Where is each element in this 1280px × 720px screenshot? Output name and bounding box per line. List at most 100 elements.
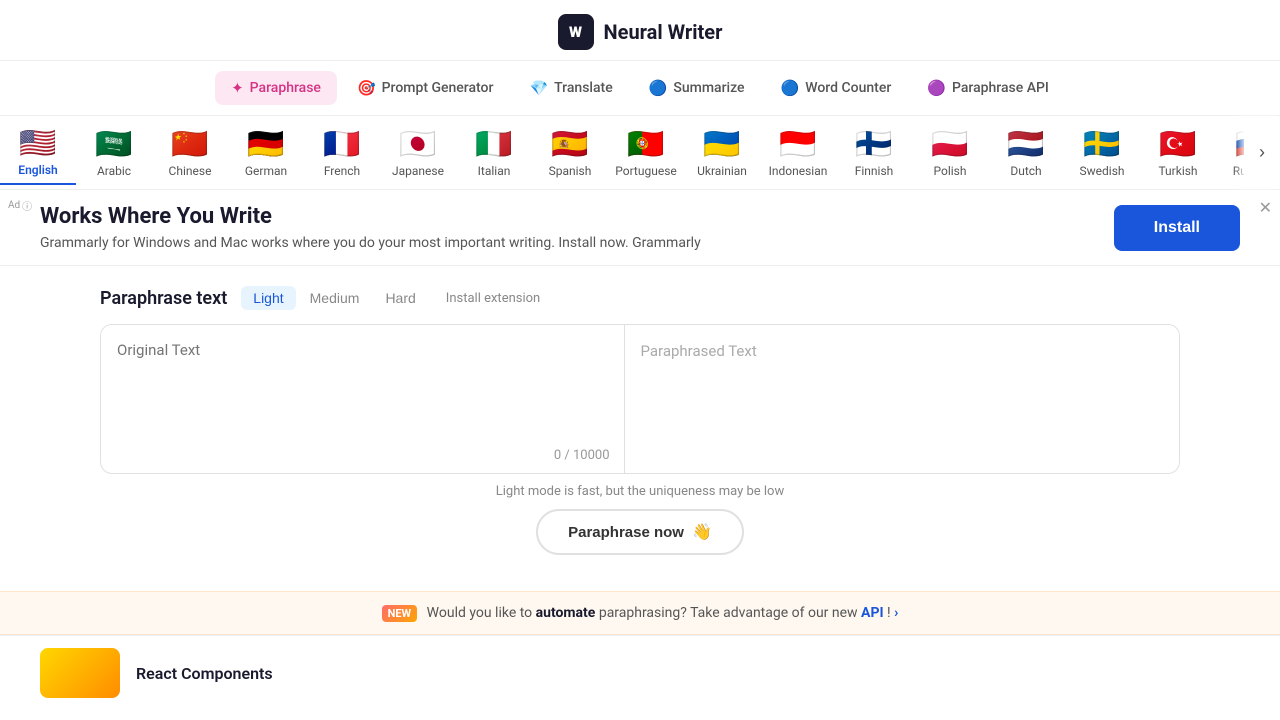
- arabic-label: Arabic: [97, 164, 131, 178]
- chinese-flag: 🇨🇳: [171, 127, 208, 162]
- japanese-flag: 🇯🇵: [399, 127, 436, 162]
- paraphrase-nav-icon: ✦: [231, 79, 244, 97]
- dutch-flag: 🇳🇱: [1007, 127, 1044, 162]
- bottom-ad-image: [40, 648, 120, 698]
- bottom-ad-text: React Components: [136, 664, 273, 683]
- summarize-nav-icon: 🔵: [649, 79, 668, 97]
- word-counter-nav-icon: 🔵: [781, 79, 800, 97]
- scroll-right-icon: ›: [1259, 142, 1265, 163]
- char-counter: 0 / 10000: [554, 448, 610, 463]
- lang-item-italian[interactable]: 🇮🇹 Italian: [456, 121, 532, 184]
- nav-item-word-counter[interactable]: 🔵 Word Counter: [765, 71, 908, 105]
- lang-item-russian[interactable]: 🇷🇺 Russian: [1216, 121, 1244, 184]
- indonesian-flag: 🇮🇩: [779, 127, 816, 162]
- portuguese-flag: 🇵🇹: [627, 127, 664, 162]
- text-output-area: Paraphrased Text: [625, 325, 1180, 473]
- japanese-label: Japanese: [392, 164, 444, 178]
- language-scroll-right-button[interactable]: ›: [1244, 116, 1280, 189]
- lang-item-swedish[interactable]: 🇸🇪 Swedish: [1064, 121, 1140, 184]
- ad-label: Ad ⓘ: [8, 198, 32, 213]
- logo-text: Neural Writer: [604, 20, 723, 44]
- api-promo-api-link[interactable]: API: [861, 605, 884, 621]
- mode-tab-hard[interactable]: Hard: [373, 286, 427, 310]
- lang-item-chinese[interactable]: 🇨🇳 Chinese: [152, 121, 228, 184]
- nav-item-prompt-generator[interactable]: 🎯 Prompt Generator: [341, 71, 510, 105]
- german-flag: 🇩🇪: [247, 127, 284, 162]
- language-bar: 🇺🇸 English 🇸🇦 Arabic 🇨🇳 Chinese 🇩🇪 Germa…: [0, 116, 1244, 189]
- ad-install-button[interactable]: Install: [1114, 205, 1240, 251]
- paraphrase-header: Paraphrase text Light Medium Hard Instal…: [100, 286, 1180, 310]
- main-content: Paraphrase text Light Medium Hard Instal…: [0, 266, 1280, 591]
- english-flag: 🇺🇸: [19, 126, 56, 161]
- main-nav: ✦ Paraphrase 🎯 Prompt Generator 💎 Transl…: [0, 61, 1280, 116]
- lang-item-turkish[interactable]: 🇹🇷 Turkish: [1140, 121, 1216, 184]
- italian-flag: 🇮🇹: [475, 127, 512, 162]
- paraphrase-button-wrapper: Paraphrase now 👋: [100, 509, 1180, 555]
- paraphrase-api-nav-icon: 🟣: [927, 79, 946, 97]
- italian-label: Italian: [478, 164, 511, 178]
- prompt-nav-icon: 🎯: [357, 79, 376, 97]
- indonesian-label: Indonesian: [769, 164, 828, 178]
- text-areas-container: 0 / 10000 Paraphrased Text: [100, 324, 1180, 474]
- api-promo-automate-word: automate: [536, 605, 596, 621]
- spanish-label: Spanish: [549, 164, 592, 178]
- lang-item-finnish[interactable]: 🇫🇮 Finnish: [836, 121, 912, 184]
- lang-item-portuguese[interactable]: 🇵🇹 Portuguese: [608, 121, 684, 184]
- russian-label: Russian: [1233, 164, 1244, 178]
- paraphrase-now-button[interactable]: Paraphrase now 👋: [536, 509, 744, 555]
- spanish-flag: 🇪🇸: [551, 127, 588, 162]
- lang-item-indonesian[interactable]: 🇮🇩 Indonesian: [760, 121, 836, 184]
- install-extension-link[interactable]: Install extension: [446, 291, 540, 306]
- paraphrase-nav-label: Paraphrase: [250, 80, 321, 96]
- polish-label: Polish: [934, 164, 967, 178]
- mode-tab-medium[interactable]: Medium: [298, 286, 372, 310]
- ad-close-button[interactable]: ✕: [1259, 198, 1272, 218]
- mode-tabs: Light Medium Hard: [241, 286, 428, 310]
- dutch-label: Dutch: [1010, 164, 1041, 178]
- api-promo-text-after: !: [887, 605, 891, 621]
- paraphrase-section-title: Paraphrase text: [100, 288, 227, 309]
- nav-item-paraphrase-api[interactable]: 🟣 Paraphrase API: [911, 71, 1065, 105]
- output-placeholder-text: Paraphrased Text: [641, 342, 757, 360]
- api-promo-arrow-icon: ›: [894, 605, 898, 621]
- mode-tab-light[interactable]: Light: [241, 286, 295, 310]
- lang-item-french[interactable]: 🇫🇷 French: [304, 121, 380, 184]
- text-input-area: 0 / 10000: [101, 325, 625, 473]
- lang-item-german[interactable]: 🇩🇪 German: [228, 121, 304, 184]
- ad-banner: Ad ⓘ Works Where You Write Grammarly for…: [0, 190, 1280, 266]
- language-bar-wrapper: 🇺🇸 English 🇸🇦 Arabic 🇨🇳 Chinese 🇩🇪 Germa…: [0, 116, 1280, 190]
- hint-text: Light mode is fast, but the uniqueness m…: [100, 484, 1180, 499]
- header: W Neural Writer: [0, 0, 1280, 61]
- lang-item-english[interactable]: 🇺🇸 English: [0, 120, 76, 185]
- english-label: English: [18, 163, 57, 177]
- prompt-nav-label: Prompt Generator: [382, 80, 494, 96]
- chinese-label: Chinese: [169, 164, 212, 178]
- portuguese-label: Portuguese: [615, 164, 677, 178]
- lang-item-ukrainian[interactable]: 🇺🇦 Ukrainian: [684, 121, 760, 184]
- bottom-ad: React Components: [0, 635, 1280, 710]
- lang-item-japanese[interactable]: 🇯🇵 Japanese: [380, 121, 456, 184]
- turkish-flag: 🇹🇷: [1159, 127, 1196, 162]
- logo[interactable]: W Neural Writer: [558, 14, 723, 50]
- summarize-nav-label: Summarize: [673, 80, 744, 96]
- word-counter-nav-label: Word Counter: [805, 80, 891, 96]
- nav-item-translate[interactable]: 💎 Translate: [513, 71, 628, 105]
- paraphrase-button-label: Paraphrase now: [568, 524, 684, 541]
- translate-nav-icon: 💎: [529, 79, 548, 97]
- lang-item-polish[interactable]: 🇵🇱 Polish: [912, 121, 988, 184]
- ukrainian-flag: 🇺🇦: [703, 127, 740, 162]
- api-promo-badge: NEW: [382, 605, 418, 622]
- lang-item-arabic[interactable]: 🇸🇦 Arabic: [76, 121, 152, 184]
- nav-item-paraphrase[interactable]: ✦ Paraphrase: [215, 71, 337, 105]
- polish-flag: 🇵🇱: [931, 127, 968, 162]
- swedish-label: Swedish: [1080, 164, 1125, 178]
- lang-item-spanish[interactable]: 🇪🇸 Spanish: [532, 121, 608, 184]
- lang-item-dutch[interactable]: 🇳🇱 Dutch: [988, 121, 1064, 184]
- original-text-input[interactable]: [101, 325, 624, 465]
- german-label: German: [245, 164, 287, 178]
- nav-item-summarize[interactable]: 🔵 Summarize: [633, 71, 761, 105]
- russian-flag: 🇷🇺: [1235, 127, 1244, 162]
- arabic-flag: 🇸🇦: [95, 127, 132, 162]
- api-promo-text-middle: paraphrasing? Take advantage of our new: [599, 605, 861, 621]
- french-label: French: [324, 164, 360, 178]
